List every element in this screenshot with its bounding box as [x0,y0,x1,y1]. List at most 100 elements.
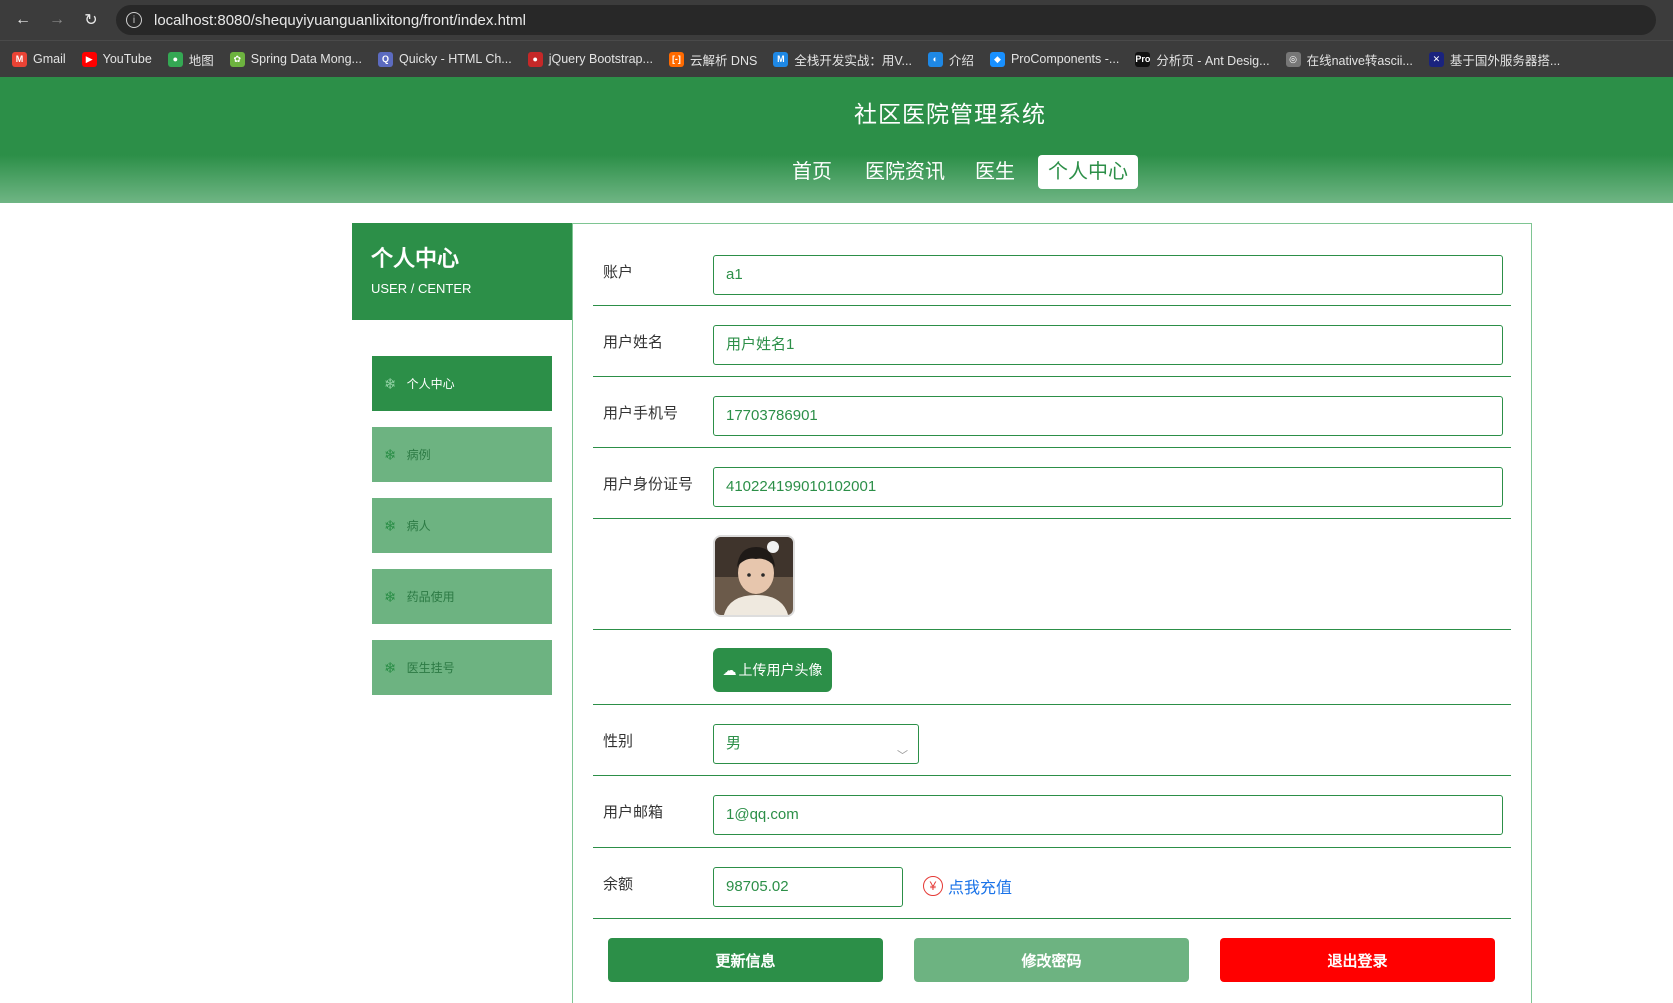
balance-label: 余额 [603,876,634,893]
sidebar-item-label: 药品使用 [406,590,455,604]
bookmark-item[interactable]: ◐ 介绍 [927,50,974,69]
bookmark-label: ProComponents -... [1010,52,1120,66]
name-label: 用户姓名 [603,334,664,351]
recharge-label: 点我充值 [948,880,1013,897]
browser-toolbar: ← → ↻ i localhost:8080/shequyiyuanguanli… [0,0,1673,40]
sidebar-item-registration[interactable]: ❄ 医生挂号 [372,640,552,695]
phone-label: 用户手机号 [603,405,679,422]
chevron-down-icon: ﹀ [897,750,908,762]
bookmark-item[interactable]: [-] 云解析 DNS [668,50,758,69]
quicky-icon: Q [377,51,393,67]
flag-icon: ✕ [1428,51,1444,67]
bookmark-item[interactable]: ● jQuery Bootstrap... [527,51,653,67]
bookmark-item[interactable]: ✕ 基于国外服务器搭... [1428,50,1561,69]
site-title: 社区医院管理系统 [854,101,1046,127]
phone-input[interactable]: 17703786901 [713,396,1503,436]
sidebar-item-label: 医生挂号 [406,661,455,675]
change-password-button[interactable]: 修改密码 [914,938,1189,982]
sidebar-item-label: 病例 [406,448,431,462]
balance-input[interactable]: 98705.02 [713,867,903,907]
back-icon[interactable]: ← [12,9,34,31]
snowflake-icon: ❄ [384,588,397,606]
sidebar-title: 个人中心 [371,246,460,271]
jquery-icon: ● [527,51,543,67]
form-row-email: 用户邮箱 1@qq.com [593,776,1511,848]
medium-icon: M [773,51,789,67]
pro-icon: Pro [1135,51,1150,67]
url-text: localhost:8080/shequyiyuanguanlixitong/f… [154,11,526,29]
bookmark-label: 介绍 [948,53,974,68]
form-row-account: 账户 a1 [593,224,1511,306]
spring-icon: ✿ [229,51,245,67]
gender-selected-value: 男 [726,735,742,752]
nav-doctors[interactable]: 医生 [965,155,1025,189]
sidebar-item-patients[interactable]: ❄ 病人 [372,498,552,553]
gender-select[interactable]: 男 ﹀ [713,724,919,764]
nav-news[interactable]: 医院资讯 [855,155,955,189]
sidebar-item-cases[interactable]: ❄ 病例 [372,427,552,482]
email-label: 用户邮箱 [603,804,664,821]
account-label: 账户 [603,264,634,281]
profile-form-panel: 账户 a1 用户姓名 用户姓名1 用户手机号 17703786901 用户身份证… [572,223,1532,1003]
form-row-name: 用户姓名 用户姓名1 [593,306,1511,377]
email-input[interactable]: 1@qq.com [713,795,1503,835]
avatar-photo [715,537,793,615]
snowflake-icon: ❄ [384,375,397,393]
upload-avatar-label: 上传用户头像 [738,662,823,678]
reload-icon[interactable]: ↻ [80,9,102,31]
address-bar[interactable]: i localhost:8080/shequyiyuanguanlixitong… [116,5,1656,35]
sidebar-item-medicine[interactable]: ❄ 药品使用 [372,569,552,624]
upload-avatar-button[interactable]: ☁ 上传用户头像 [713,648,832,692]
main-nav: 首页 医院资讯 医生 个人中心 [0,155,1673,191]
gmail-icon: M [12,51,27,67]
nav-user-center[interactable]: 个人中心 [1038,155,1138,189]
recharge-link[interactable]: ¥ 点我充值 [923,874,1012,898]
bookmark-label: Gmail [33,52,66,66]
form-row-balance: 余额 98705.02 ¥ 点我充值 [593,848,1511,919]
form-row-gender: 性别 男 ﹀ [593,705,1511,776]
nav-home[interactable]: 首页 [782,155,842,189]
forward-icon[interactable]: → [46,9,68,31]
snowflake-icon: ❄ [384,659,397,677]
bookmark-label: 在线native转ascii... [1306,53,1413,68]
bookmark-label: 云解析 DNS [689,53,758,68]
account-input[interactable]: a1 [713,255,1503,295]
sidebar-item-user-center[interactable]: ❄ 个人中心 [372,356,552,411]
bookmark-item[interactable]: Q Quicky - HTML Ch... [377,51,512,67]
site-header: 社区医院管理系统 首页 医院资讯 医生 个人中心 [0,77,1673,203]
bookmark-item[interactable]: ✿ Spring Data Mong... [229,51,362,67]
cloud-upload-icon: ☁ [722,661,737,678]
idcard-input[interactable]: 410224199010102001 [713,467,1503,507]
bookmark-item[interactable]: M 全栈开发实战：用V... [773,50,912,69]
bookmark-label: jQuery Bootstrap... [548,52,653,66]
bookmark-item[interactable]: ▶ YouTube [81,51,152,67]
form-row-upload: ☁ 上传用户头像 [593,630,1511,705]
bookmark-label: 分析页 - Ant Desig... [1156,53,1270,68]
snowflake-icon: ❄ [384,517,397,535]
form-row-avatar [593,519,1511,630]
sidebar-menu: ❄ 个人中心 ❄ 病例 ❄ 病人 ❄ 药品使用 ❄ 医生挂号 [372,356,552,711]
bookmark-label: YouTube [102,52,152,66]
web-icon: ◎ [1285,51,1301,67]
bookmark-item[interactable]: ● 地图 [167,50,214,69]
youtube-icon: ▶ [81,51,97,67]
site-info-icon[interactable]: i [126,12,142,28]
update-info-button[interactable]: 更新信息 [608,938,883,982]
bookmark-item[interactable]: M Gmail [12,51,66,67]
maps-icon: ● [167,51,183,67]
bookmark-item[interactable]: ◆ ProComponents -... [989,51,1120,67]
bookmark-item[interactable]: Pro 分析页 - Ant Desig... [1135,50,1270,69]
form-row-idcard: 用户身份证号 410224199010102001 [593,448,1511,519]
bookmark-item[interactable]: ◎ 在线native转ascii... [1285,50,1413,69]
yen-icon: ¥ [923,876,943,896]
name-input[interactable]: 用户姓名1 [713,325,1503,365]
gender-label: 性别 [603,733,634,750]
bookmark-label: 地图 [188,53,214,68]
bookmark-label: 基于国外服务器搭... [1449,53,1561,68]
logout-button[interactable]: 退出登录 [1220,938,1495,982]
snowflake-icon: ❄ [384,446,397,464]
sidebar-item-label: 病人 [406,519,431,533]
sidebar-header: 个人中心 USER / CENTER [352,223,572,320]
antd-icon: ◆ [989,51,1005,67]
sidebar-subtitle: USER / CENTER [371,281,472,296]
